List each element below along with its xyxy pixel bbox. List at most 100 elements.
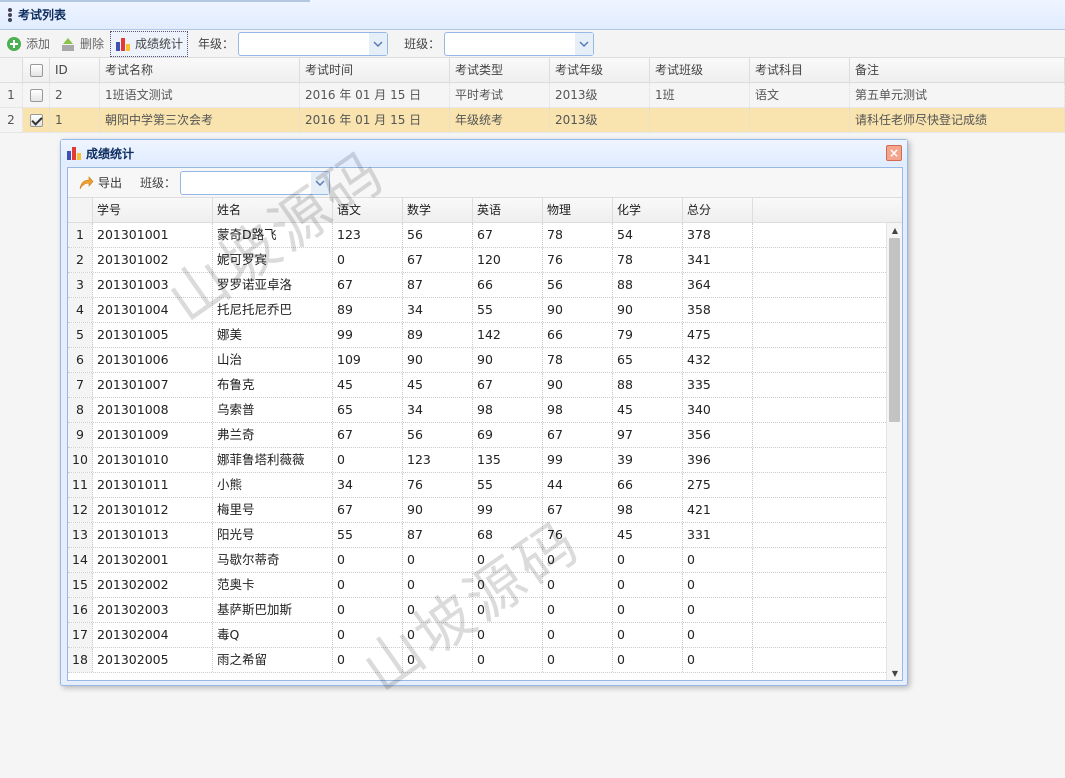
delete-button[interactable]: 删除 — [56, 31, 108, 57]
row-filler — [753, 648, 902, 672]
column-header[interactable]: 英语 — [473, 198, 543, 222]
column-header[interactable]: 考试科目 — [750, 58, 850, 82]
chevron-down-icon[interactable] — [575, 32, 594, 55]
export-button[interactable]: 导出 — [74, 170, 126, 196]
table-row[interactable]: 10 201301010 娜菲鲁塔利薇薇 0 123 135 99 39 396 — [68, 448, 902, 473]
table-cell: 0 — [543, 648, 613, 672]
table-row[interactable]: 4 201301004 托尼托尼乔巴 89 34 55 90 90 358 — [68, 298, 902, 323]
table-row[interactable]: 1 201301001 蒙奇D路飞 123 56 67 78 54 378 — [68, 223, 902, 248]
table-cell: 基萨斯巴加斯 — [213, 598, 333, 622]
table-header: ID 考试名称 考试时间 考试类型 考试年级 考试班级 考试科目 备注 — [0, 58, 1065, 83]
table-cell: 201302003 — [93, 598, 213, 622]
rownum-header — [68, 198, 93, 222]
table-row[interactable]: 1 2 1班语文测试 2016 年 01 月 15 日 平时考试 2013级 1… — [0, 83, 1065, 108]
table-cell: 76 — [403, 473, 473, 497]
column-header[interactable]: 考试时间 — [300, 58, 450, 82]
column-header[interactable]: 备注 — [850, 58, 1065, 82]
table-cell: 0 — [333, 598, 403, 622]
row-filler — [753, 373, 902, 397]
column-header[interactable]: 姓名 — [213, 198, 333, 222]
table-cell: 67 — [333, 423, 403, 447]
scroll-thumb[interactable] — [889, 238, 900, 422]
row-checkbox[interactable] — [23, 108, 50, 132]
column-header[interactable]: 化学 — [613, 198, 683, 222]
table-cell: 88 — [613, 373, 683, 397]
table-row[interactable]: 7 201301007 布鲁克 45 45 67 90 88 335 — [68, 373, 902, 398]
table-cell: 331 — [683, 523, 753, 547]
table-row[interactable]: 5 201301005 娜美 99 89 142 66 79 475 — [68, 323, 902, 348]
table-row[interactable]: 6 201301006 山治 109 90 90 78 65 432 — [68, 348, 902, 373]
chevron-down-icon[interactable] — [369, 32, 388, 55]
dialog-header[interactable]: 成绩统计 × — [61, 140, 907, 166]
table-row[interactable]: 16 201302003 基萨斯巴加斯 0 0 0 0 0 0 — [68, 598, 902, 623]
stats-button[interactable]: 成绩统计 — [110, 30, 189, 57]
table-cell: 142 — [473, 323, 543, 347]
column-header[interactable]: 考试类型 — [450, 58, 550, 82]
row-checkbox[interactable] — [23, 83, 50, 107]
table-row[interactable]: 14 201302001 马歇尔蒂奇 0 0 0 0 0 0 — [68, 548, 902, 573]
row-number: 12 — [68, 498, 93, 522]
column-header[interactable]: 考试年级 — [550, 58, 650, 82]
table-cell: 0 — [683, 623, 753, 647]
table-cell: 雨之希留 — [213, 648, 333, 672]
scroll-up-icon[interactable]: ▲ — [887, 223, 902, 237]
table-cell: 0 — [543, 548, 613, 572]
table-cell: 布鲁克 — [213, 373, 333, 397]
table-cell: 201301013 — [93, 523, 213, 547]
grip-icon[interactable] — [8, 7, 12, 22]
table-row[interactable]: 18 201302005 雨之希留 0 0 0 0 0 0 — [68, 648, 902, 673]
column-header[interactable]: 物理 — [543, 198, 613, 222]
table-cell: 0 — [683, 548, 753, 572]
column-header[interactable]: 学号 — [93, 198, 213, 222]
table-cell: 67 — [333, 273, 403, 297]
chevron-down-icon[interactable] — [311, 171, 330, 194]
table-cell: 56 — [403, 423, 473, 447]
table-row[interactable]: 15 201302002 范奥卡 0 0 0 0 0 0 — [68, 573, 902, 598]
table-row[interactable]: 12 201301012 梅里号 67 90 99 67 98 421 — [68, 498, 902, 523]
grade-select[interactable] — [238, 31, 389, 56]
table-cell: 90 — [403, 348, 473, 372]
table-row[interactable]: 8 201301008 乌索普 65 34 98 98 45 340 — [68, 398, 902, 423]
column-header[interactable]: 考试班级 — [650, 58, 750, 82]
table-cell: 55 — [473, 298, 543, 322]
column-header[interactable]: 总分 — [683, 198, 753, 222]
table-cell: 0 — [613, 648, 683, 672]
dialog-class-label: 班级： — [140, 176, 177, 190]
table-row[interactable]: 17 201302004 毒Q 0 0 0 0 0 0 — [68, 623, 902, 648]
add-button[interactable]: 添加 — [2, 31, 54, 57]
column-header[interactable]: 数学 — [403, 198, 473, 222]
table-row-selected[interactable]: 2 1 朝阳中学第三次会考 2016 年 01 月 15 日 年级统考 2013… — [0, 108, 1065, 133]
column-header[interactable]: 语文 — [333, 198, 403, 222]
row-number: 9 — [68, 423, 93, 447]
table-cell: 55 — [473, 473, 543, 497]
table-cell: 语文 — [750, 83, 850, 107]
table-cell: 0 — [473, 648, 543, 672]
select-all-checkbox[interactable] — [23, 58, 50, 82]
table-cell: 0 — [333, 548, 403, 572]
table-row[interactable]: 9 201301009 弗兰奇 67 56 69 67 97 356 — [68, 423, 902, 448]
dialog-class-select[interactable] — [180, 170, 331, 195]
score-table: 学号 姓名 语文 数学 英语 物理 化学 总分 1 201301001 蒙奇D路飞 1… — [68, 198, 902, 680]
dialog-title: 成绩统计 — [86, 146, 135, 161]
row-filler — [753, 623, 902, 647]
table-cell: 山治 — [213, 348, 333, 372]
row-filler — [753, 573, 902, 597]
table-row[interactable]: 2 201301002 妮可罗宾 0 67 120 76 78 341 — [68, 248, 902, 273]
table-cell: 0 — [403, 648, 473, 672]
table-row[interactable]: 11 201301011 小熊 34 76 55 44 66 275 — [68, 473, 902, 498]
table-row[interactable]: 13 201301013 阳光号 55 87 68 76 45 331 — [68, 523, 902, 548]
row-number: 18 — [68, 648, 93, 672]
bar-chart-icon — [67, 147, 81, 160]
export-arrow-icon — [79, 175, 94, 189]
table-row[interactable]: 3 201301003 罗罗诺亚卓洛 67 87 66 56 88 364 — [68, 273, 902, 298]
scroll-down-icon[interactable]: ▼ — [887, 666, 902, 680]
column-header[interactable]: 考试名称 — [100, 58, 300, 82]
table-cell: 罗罗诺亚卓洛 — [213, 273, 333, 297]
close-button[interactable]: × — [886, 145, 902, 161]
class-select[interactable] — [444, 31, 595, 56]
vertical-scrollbar[interactable]: ▲ ▼ — [886, 223, 902, 680]
table-cell: 378 — [683, 223, 753, 247]
table-cell: 妮可罗宾 — [213, 248, 333, 272]
column-header[interactable]: ID — [50, 58, 100, 82]
row-number: 8 — [68, 398, 93, 422]
